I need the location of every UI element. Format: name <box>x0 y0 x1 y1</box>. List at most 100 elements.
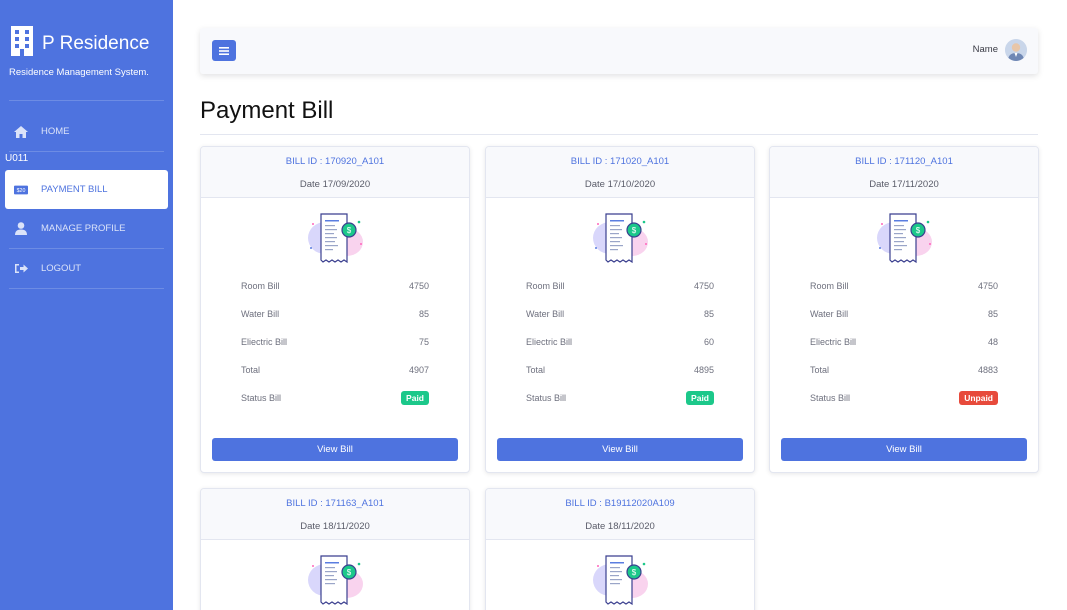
bill-id: BILL ID : 170920_A101 <box>285 156 385 167</box>
svg-text:$: $ <box>916 226 921 235</box>
menu-toggle-button[interactable] <box>212 40 236 61</box>
card-header: BILL ID : 170920_A101 Date 17/09/2020 <box>201 147 469 198</box>
water-bill-row: Water Bill 85 <box>810 309 998 319</box>
status-row: Status Bill Unpaid <box>810 391 998 405</box>
view-bill-button[interactable]: View Bill <box>497 438 743 461</box>
hamburger-icon <box>219 46 229 55</box>
bill-date: Date 17/09/2020 <box>299 179 371 190</box>
avatar[interactable] <box>1005 39 1027 61</box>
electric-bill-label: Eliectric Bill <box>810 337 857 347</box>
bill-card: BILL ID : B19112020A109 Date 18/11/2020 … <box>485 488 755 610</box>
water-bill-value: 85 <box>703 309 714 319</box>
card-header: BILL ID : 171163_A101 Date 18/11/2020 <box>201 489 469 540</box>
view-bill-button[interactable]: View Bill <box>212 438 458 461</box>
room-bill-value: 4750 <box>977 281 998 291</box>
water-bill-label: Water Bill <box>241 309 280 319</box>
bill-date: Date 18/11/2020 <box>300 521 370 532</box>
page-title: Payment Bill <box>200 97 334 124</box>
receipt-icon: $ <box>877 213 932 264</box>
status-row: Status Bill Paid <box>526 391 714 405</box>
avatar-icon <box>1005 39 1027 61</box>
status-badge: Paid <box>401 391 429 405</box>
sidebar-item-label: PAYMENT BILL <box>41 184 108 195</box>
water-bill-label: Water Bill <box>526 309 565 319</box>
room-bill-label: Room Bill <box>810 281 849 291</box>
bill-date: Date 18/11/2020 <box>585 521 655 532</box>
electric-bill-label: Eliectric Bill <box>241 337 288 347</box>
bill-id: BILL ID : 171120_A101 <box>855 156 953 167</box>
electric-bill-label: Eliectric Bill <box>526 337 573 347</box>
brand[interactable]: P Residence <box>10 26 149 56</box>
total-value: 4883 <box>977 365 998 375</box>
card-header: BILL ID : B19112020A109 Date 18/11/2020 <box>486 489 754 540</box>
water-bill-row: Water Bill 85 <box>241 309 429 319</box>
receipt-icon: $ <box>308 213 363 264</box>
electric-bill-value: 48 <box>987 337 998 347</box>
bill-id: BILL ID : 171020_A101 <box>570 156 670 167</box>
water-bill-row: Water Bill 85 <box>526 309 714 319</box>
bill-card: BILL ID : 171163_A101 Date 18/11/2020 $ <box>200 488 470 610</box>
room-bill-label: Room Bill <box>241 281 280 291</box>
room-bill-label: Room Bill <box>526 281 565 291</box>
total-label: Total <box>241 365 261 375</box>
brand-name: P Residence <box>42 33 150 54</box>
sidebar-divider <box>9 288 164 289</box>
sidebar-item-home[interactable]: HOME <box>5 112 168 151</box>
electric-bill-value: 60 <box>703 337 714 347</box>
bill-id: BILL ID : 171163_A101 <box>286 498 384 509</box>
bill-card: BILL ID : 170920_A101 Date 17/09/2020 $ … <box>200 146 470 473</box>
logout-icon <box>14 262 28 276</box>
receipt-icon: $ <box>308 555 363 606</box>
svg-text:$: $ <box>347 568 352 577</box>
status-badge: Paid <box>686 391 714 405</box>
sidebar-item-label: MANAGE PROFILE <box>41 223 126 234</box>
home-icon <box>14 125 28 139</box>
card-header: BILL ID : 171020_A101 Date 17/10/2020 <box>486 147 754 198</box>
bill-card: BILL ID : 171120_A101 Date 17/11/2020 $ … <box>769 146 1039 473</box>
user-name[interactable]: Name <box>973 44 998 55</box>
total-row: Total 4895 <box>526 365 714 375</box>
bill-date: Date 17/11/2020 <box>869 179 939 190</box>
building-icon <box>11 26 33 56</box>
bill-icon: $20 <box>14 183 28 197</box>
svg-text:$: $ <box>632 568 637 577</box>
room-bill-value: 4750 <box>408 281 429 291</box>
sidebar-item-payment-bill[interactable]: $20 PAYMENT BILL <box>5 170 168 209</box>
total-value: 4907 <box>408 365 429 375</box>
total-label: Total <box>526 365 546 375</box>
status-label: Status Bill <box>526 393 567 403</box>
sidebar-item-manage-profile[interactable]: MANAGE PROFILE <box>5 209 168 248</box>
svg-text:$20: $20 <box>17 188 26 194</box>
total-row: Total 4883 <box>810 365 998 375</box>
status-label: Status Bill <box>241 393 282 403</box>
user-code: U011 <box>5 153 29 164</box>
sidebar-divider <box>9 100 164 101</box>
sidebar: P Residence Residence Management System.… <box>0 0 173 610</box>
bill-date: Date 17/10/2020 <box>584 179 656 190</box>
total-value: 4895 <box>693 365 714 375</box>
total-row: Total 4907 <box>241 365 429 375</box>
room-bill-row: Room Bill 4750 <box>810 281 998 291</box>
water-bill-value: 85 <box>987 309 998 319</box>
status-badge: Unpaid <box>959 391 998 405</box>
receipt-icon: $ <box>593 555 648 606</box>
card-header: BILL ID : 171120_A101 Date 17/11/2020 <box>770 147 1038 198</box>
sidebar-divider <box>9 151 164 152</box>
sidebar-item-label: LOGOUT <box>41 263 82 274</box>
room-bill-row: Room Bill 4750 <box>526 281 714 291</box>
electric-bill-row: Eliectric Bill 60 <box>526 337 714 347</box>
receipt-icon: $ <box>593 213 648 264</box>
water-bill-value: 85 <box>418 309 429 319</box>
title-divider <box>200 134 1038 135</box>
electric-bill-row: Eliectric Bill 75 <box>241 337 429 347</box>
sidebar-item-label: HOME <box>41 126 70 137</box>
total-label: Total <box>810 365 830 375</box>
water-bill-label: Water Bill <box>810 309 849 319</box>
view-bill-button[interactable]: View Bill <box>781 438 1027 461</box>
room-bill-row: Room Bill 4750 <box>241 281 429 291</box>
electric-bill-row: Eliectric Bill 48 <box>810 337 998 347</box>
topbar: Name <box>200 28 1038 74</box>
bill-id: BILL ID : B19112020A109 <box>565 498 675 509</box>
sidebar-item-logout[interactable]: LOGOUT <box>5 249 168 288</box>
status-row: Status Bill Paid <box>241 391 429 405</box>
